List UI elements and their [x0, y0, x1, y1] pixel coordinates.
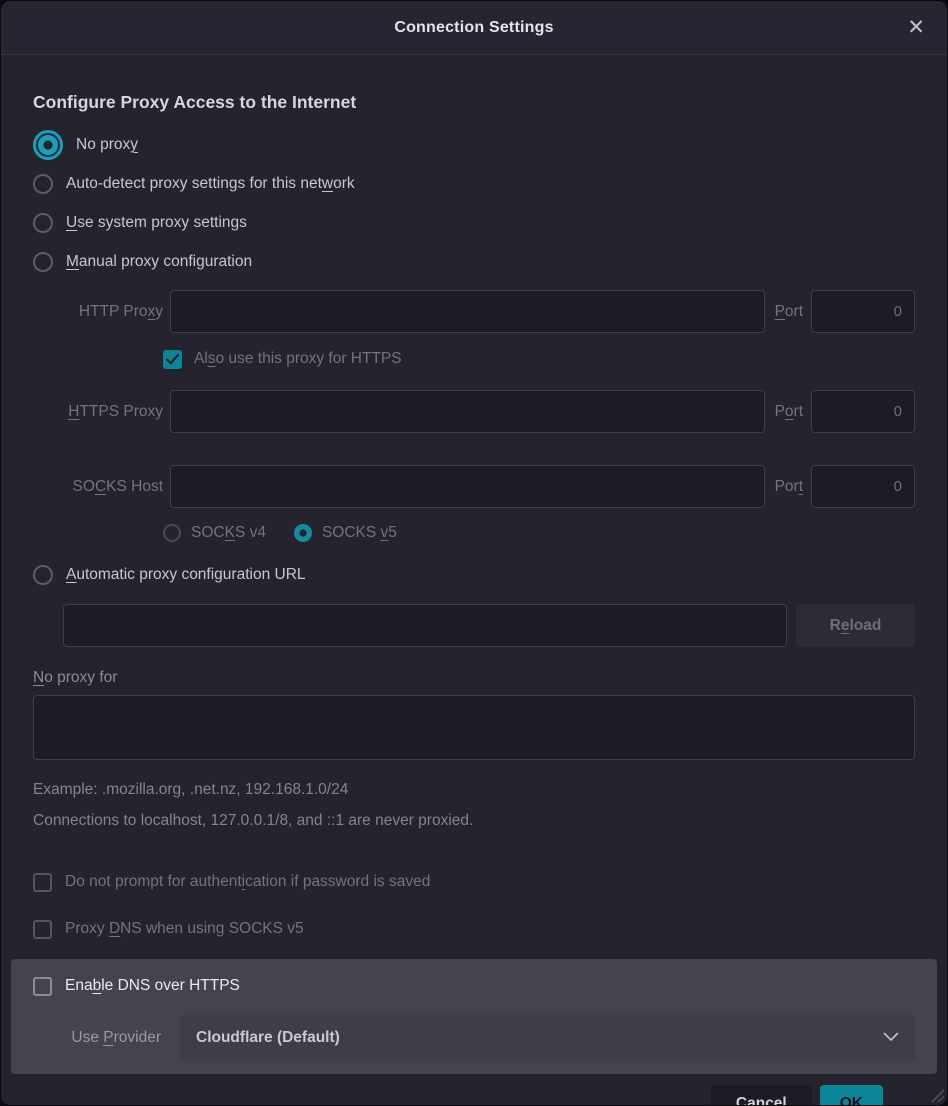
- https-proxy-row: HTTPS Proxy Port: [33, 390, 915, 433]
- localhost-note-text: Connections to localhost, 127.0.0.1/8, a…: [33, 812, 915, 830]
- dialog-title: Connection Settings: [394, 19, 553, 37]
- dialog-content: Configure Proxy Access to the Internet N…: [1, 92, 947, 1106]
- manual-proxy-label: Manual proxy configuration: [66, 253, 252, 271]
- connection-settings-dialog: Connection Settings ✕ Configure Proxy Ac…: [0, 0, 948, 1106]
- auto-detect-radio[interactable]: [33, 174, 53, 194]
- radio-row-no-proxy[interactable]: No proxy: [33, 125, 915, 164]
- checkmark-icon: [166, 354, 179, 365]
- radio-row-system-proxy[interactable]: Use system proxy settings: [33, 203, 915, 242]
- https-proxy-label: HTTPS Proxy: [33, 403, 163, 421]
- auto-url-input-row: Reload: [63, 604, 915, 647]
- enable-doh-row[interactable]: Enable DNS over HTTPS: [33, 969, 915, 1003]
- socks-host-input[interactable]: [170, 465, 765, 508]
- close-icon[interactable]: ✕: [903, 1, 929, 54]
- no-prompt-auth-label: Do not prompt for authentication if pass…: [65, 873, 430, 891]
- auto-detect-label: Auto-detect proxy settings for this netw…: [66, 175, 355, 193]
- proxy-dns-label: Proxy DNS when using SOCKS v5: [65, 920, 304, 938]
- use-provider-label: Use Provider: [33, 1029, 161, 1047]
- socks-v4-radio[interactable]: [163, 524, 181, 542]
- http-proxy-label: HTTP Proxy: [33, 303, 163, 321]
- no-proxy-label: No proxy: [76, 136, 138, 154]
- socks-version-row: SOCKS v4 SOCKS v5: [163, 517, 915, 549]
- no-prompt-auth-row[interactable]: Do not prompt for authentication if pass…: [33, 866, 915, 898]
- also-https-checkbox[interactable]: [163, 350, 182, 369]
- radio-row-auto-detect[interactable]: Auto-detect proxy settings for this netw…: [33, 164, 915, 203]
- enable-doh-checkbox[interactable]: [33, 977, 52, 996]
- auto-url-radio[interactable]: [33, 565, 53, 585]
- https-proxy-input[interactable]: [170, 390, 765, 433]
- http-proxy-row: HTTP Proxy Port: [33, 290, 915, 333]
- provider-select-value: Cloudflare (Default): [196, 1029, 883, 1047]
- chevron-down-icon: [883, 1029, 899, 1047]
- also-https-label: Also use this proxy for HTTPS: [194, 350, 402, 368]
- proxy-dns-checkbox[interactable]: [33, 920, 52, 939]
- manual-proxy-radio[interactable]: [33, 252, 53, 272]
- system-proxy-radio[interactable]: [33, 213, 53, 233]
- radio-row-auto-url[interactable]: Automatic proxy configuration URL: [33, 555, 915, 594]
- ok-button[interactable]: OK: [820, 1085, 883, 1106]
- cancel-button[interactable]: Cancel: [711, 1085, 812, 1106]
- enable-doh-label: Enable DNS over HTTPS: [65, 977, 240, 995]
- no-proxy-for-textarea[interactable]: [33, 695, 915, 760]
- proxy-dns-row[interactable]: Proxy DNS when using SOCKS v5: [33, 913, 915, 945]
- auto-url-label: Automatic proxy configuration URL: [66, 566, 306, 584]
- socks-port-label: Port: [775, 478, 803, 496]
- footer: Cancel OK: [33, 1074, 915, 1106]
- http-port-input[interactable]: [811, 290, 915, 333]
- socks-host-row: SOCKS Host Port: [33, 465, 915, 508]
- page-title: Configure Proxy Access to the Internet: [33, 92, 915, 113]
- provider-select[interactable]: Cloudflare (Default): [180, 1015, 915, 1061]
- reload-button[interactable]: Reload: [796, 604, 915, 647]
- https-port-label: Port: [775, 403, 803, 421]
- no-proxy-radio[interactable]: [38, 135, 58, 155]
- no-proxy-example-text: Example: .mozilla.org, .net.nz, 192.168.…: [33, 781, 915, 799]
- socks-v4-label: SOCKS v4: [191, 524, 266, 542]
- radio-row-manual-proxy[interactable]: Manual proxy configuration: [33, 242, 915, 281]
- https-port-input[interactable]: [811, 390, 915, 433]
- no-proxy-for-label: No proxy for: [33, 669, 915, 687]
- dns-over-https-section: Enable DNS over HTTPS Use Provider Cloud…: [11, 959, 937, 1074]
- auto-url-input[interactable]: [63, 604, 787, 647]
- socks-v5-label: SOCKS v5: [322, 524, 397, 542]
- provider-row: Use Provider Cloudflare (Default): [33, 1015, 915, 1061]
- no-prompt-auth-checkbox[interactable]: [33, 873, 52, 892]
- titlebar: Connection Settings ✕: [1, 1, 947, 55]
- also-https-row[interactable]: Also use this proxy for HTTPS: [163, 342, 915, 376]
- socks-v5-radio[interactable]: [294, 524, 312, 542]
- socks-port-input[interactable]: [811, 465, 915, 508]
- system-proxy-label: Use system proxy settings: [66, 214, 247, 232]
- socks-host-label: SOCKS Host: [33, 478, 163, 496]
- http-proxy-input[interactable]: [170, 290, 765, 333]
- http-port-label: Port: [775, 303, 803, 321]
